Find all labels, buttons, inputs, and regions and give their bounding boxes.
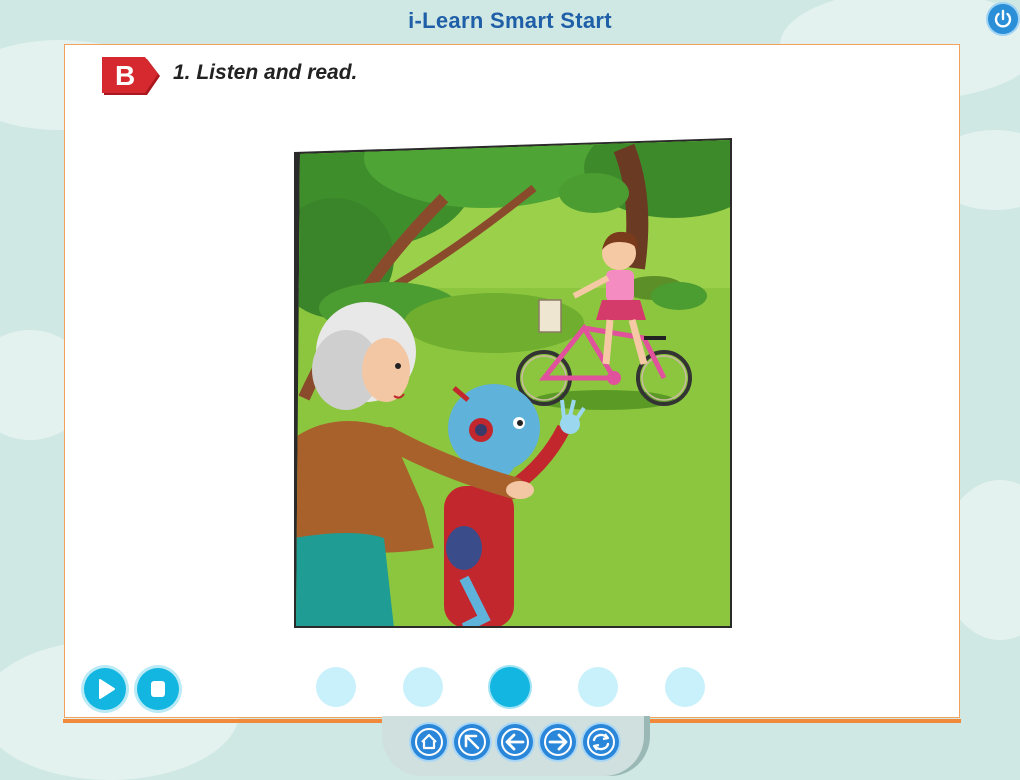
section-letter: B (115, 60, 136, 91)
page-dot-5[interactable] (665, 667, 705, 707)
section-badge: B (101, 56, 163, 98)
refresh-icon (587, 728, 615, 756)
instruction-text: 1. Listen and read. (173, 61, 358, 84)
app-title: i-Learn Smart Start (408, 8, 612, 33)
page-dot-2[interactable] (403, 667, 443, 707)
back-arrow-icon (501, 728, 529, 756)
page-dot-4[interactable] (578, 667, 618, 707)
next-arrow-icon (544, 728, 572, 756)
home-button[interactable] (411, 724, 447, 760)
next-button[interactable] (540, 724, 576, 760)
power-button[interactable] (988, 4, 1018, 34)
menu-button[interactable] (454, 724, 490, 760)
page-dot-1[interactable] (316, 667, 356, 707)
page-dot-3[interactable] (490, 667, 530, 707)
home-icon (415, 728, 443, 756)
stop-button[interactable] (137, 668, 179, 710)
stop-icon (151, 681, 165, 697)
scene-illustration (294, 138, 732, 628)
play-icon (99, 679, 115, 699)
play-button[interactable] (84, 668, 126, 710)
power-icon (994, 9, 1012, 28)
back-button[interactable] (497, 724, 533, 760)
content-panel: B 1. Listen and read. (63, 44, 961, 723)
menu-arrow-icon (458, 728, 486, 756)
refresh-button[interactable] (583, 724, 619, 760)
